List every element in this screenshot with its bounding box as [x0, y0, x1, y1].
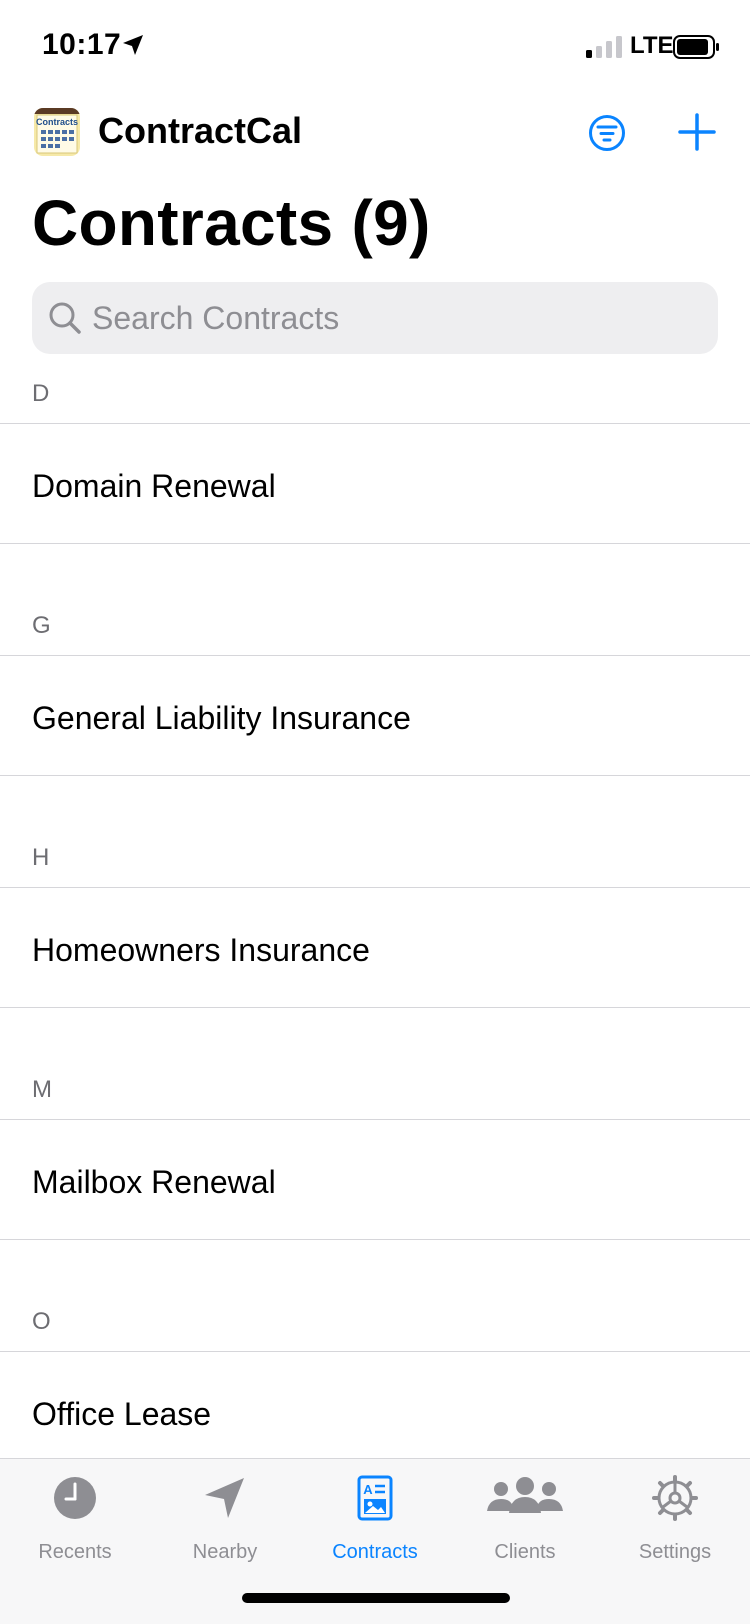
- tab-settings[interactable]: Settings: [600, 1459, 750, 1569]
- section-header-o: O: [0, 1282, 750, 1352]
- tab-label: Nearby: [192, 1541, 258, 1563]
- list-item[interactable]: Office Lease: [0, 1352, 750, 1458]
- page-title: Contracts (9): [32, 187, 431, 259]
- svg-text:A: A: [363, 1482, 373, 1497]
- section-header-d: D: [0, 354, 750, 424]
- status-time: 10:17: [42, 28, 122, 61]
- section-letter: D: [32, 380, 50, 407]
- tab-label: Clients: [494, 1541, 556, 1563]
- app-name: ContractCal: [98, 110, 303, 151]
- contract-name: General Liability Insurance: [32, 700, 411, 736]
- list-item[interactable]: Domain Renewal: [0, 424, 750, 544]
- tab-label: Recents: [38, 1541, 112, 1563]
- network-type: LTE: [630, 32, 674, 59]
- tab-label: Contracts: [332, 1541, 418, 1563]
- contracts-list[interactable]: D Domain Renewal G General Liability Ins…: [0, 354, 750, 1458]
- people-icon: [487, 1477, 563, 1513]
- list-item[interactable]: Mailbox Renewal: [0, 1120, 750, 1240]
- status-bar: 10:17 LTE: [0, 0, 750, 96]
- section-letter: G: [32, 612, 51, 639]
- section-letter: M: [32, 1076, 52, 1103]
- battery-icon: [673, 35, 719, 59]
- tab-recents[interactable]: Recents: [0, 1459, 150, 1569]
- section-letter: H: [32, 844, 50, 871]
- add-icon[interactable]: [678, 113, 716, 151]
- tab-nearby[interactable]: Nearby: [150, 1459, 300, 1569]
- tab-label: Settings: [638, 1541, 712, 1563]
- tab-contracts[interactable]: A Contracts: [300, 1459, 450, 1569]
- contract-name: Homeowners Insurance: [32, 932, 370, 968]
- section-header-g: G: [0, 586, 750, 656]
- list-item[interactable]: General Liability Insurance: [0, 656, 750, 776]
- clock-icon: [54, 1477, 96, 1519]
- section-letter: O: [32, 1308, 51, 1335]
- search-input[interactable]: [92, 282, 702, 354]
- contract-name: Domain Renewal: [32, 468, 276, 504]
- location-arrow-icon: [205, 1478, 244, 1518]
- cellular-signal-icon: [586, 36, 622, 58]
- home-indicator[interactable]: [242, 1593, 510, 1603]
- contract-card-icon: A: [357, 1475, 393, 1521]
- search-icon: [49, 302, 81, 334]
- location-arrow-icon: [123, 35, 143, 55]
- gear-icon: [652, 1475, 698, 1521]
- contract-name: Office Lease: [32, 1396, 212, 1432]
- list-item[interactable]: Homeowners Insurance: [0, 888, 750, 1008]
- filter-icon[interactable]: [588, 114, 626, 152]
- app-icon: Contracts: [34, 108, 80, 156]
- section-header-m: M: [0, 1050, 750, 1120]
- contract-name: Mailbox Renewal: [32, 1164, 276, 1200]
- app-icon-text: Contracts: [36, 117, 78, 127]
- section-header-h: H: [0, 818, 750, 888]
- tab-clients[interactable]: Clients: [450, 1459, 600, 1569]
- search-bar[interactable]: [32, 282, 718, 354]
